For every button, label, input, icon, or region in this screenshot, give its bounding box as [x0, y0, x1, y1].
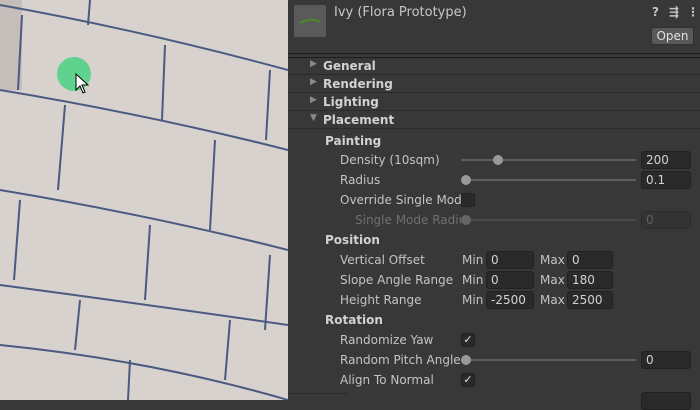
- single-mode-radius-slider[interactable]: [461, 219, 636, 221]
- single-mode-radius-thumb[interactable]: [461, 215, 471, 225]
- rotation-header: Rotation: [325, 313, 383, 327]
- density-label: Density (10sqm): [340, 153, 440, 167]
- slope-angle-label: Slope Angle Range: [340, 273, 454, 287]
- scene-viewport[interactable]: [0, 0, 288, 400]
- position-header: Position: [325, 233, 380, 247]
- align-to-normal-label: Align To Normal: [340, 373, 434, 387]
- max-label: Max: [540, 273, 565, 287]
- slope-angle-min-field[interactable]: 0: [486, 271, 534, 289]
- expand-arrow-icon: ▶: [310, 77, 317, 87]
- density-slider-thumb[interactable]: [493, 155, 503, 165]
- density-field[interactable]: 200: [641, 151, 691, 169]
- foldout-rendering[interactable]: ▶ Rendering: [288, 75, 700, 93]
- single-mode-radius-field[interactable]: 0: [641, 211, 691, 229]
- radius-field[interactable]: 0.1: [641, 171, 691, 189]
- randomize-yaw-label: Randomize Yaw: [340, 333, 434, 347]
- max-label: Max: [540, 293, 565, 307]
- asset-thumbnail: [294, 5, 326, 37]
- help-icon[interactable]: ?: [652, 5, 659, 19]
- expand-arrow-icon: ▶: [310, 59, 317, 69]
- brush-indicator: [57, 57, 91, 91]
- max-label: Max: [540, 253, 565, 267]
- asset-title: Ivy (Flora Prototype): [334, 5, 467, 20]
- align-to-normal-checkbox[interactable]: ✓: [461, 373, 475, 387]
- slope-angle-max-field[interactable]: 180: [567, 271, 613, 289]
- vertical-offset-min-field[interactable]: 0: [486, 251, 534, 269]
- vertical-offset-label: Vertical Offset: [340, 253, 425, 267]
- preset-icon[interactable]: ⇶: [669, 5, 679, 19]
- height-range-min-field[interactable]: -2500: [486, 291, 534, 309]
- height-range-label: Height Range: [340, 293, 422, 307]
- random-pitch-label: Random Pitch Angle: [340, 353, 461, 367]
- density-slider[interactable]: [461, 159, 636, 161]
- brick-wall: [0, 0, 288, 400]
- min-label: Min: [462, 253, 484, 267]
- open-button[interactable]: Open: [651, 27, 694, 45]
- expand-arrow-icon: ▶: [310, 95, 317, 105]
- foldout-lighting[interactable]: ▶ Lighting: [288, 93, 700, 111]
- single-mode-radius-label: Single Mode Radius: [355, 213, 461, 227]
- override-single-mode-label: Override Single Mode: [340, 193, 461, 207]
- min-label: Min: [462, 293, 484, 307]
- foldout-general[interactable]: ▶ General: [288, 57, 700, 75]
- radius-slider[interactable]: [461, 179, 636, 181]
- next-field[interactable]: [641, 392, 691, 410]
- foldout-placement[interactable]: ▼ Placement: [288, 111, 700, 129]
- random-pitch-slider[interactable]: [461, 359, 636, 361]
- vertical-offset-max-field[interactable]: 0: [567, 251, 613, 269]
- radius-slider-thumb[interactable]: [461, 175, 471, 185]
- inspector-panel: Ivy (Flora Prototype) ? ⇶ ⋮ Open ▶ Genera…: [288, 0, 700, 410]
- collapse-arrow-icon: ▼: [310, 113, 317, 123]
- randomize-yaw-checkbox[interactable]: ✓: [461, 333, 475, 347]
- min-label: Min: [462, 273, 484, 287]
- random-pitch-thumb[interactable]: [461, 355, 471, 365]
- random-pitch-field[interactable]: 0: [641, 351, 691, 369]
- more-icon[interactable]: ⋮: [687, 5, 699, 19]
- height-range-max-field[interactable]: 2500: [567, 291, 613, 309]
- radius-label: Radius: [340, 173, 381, 187]
- painting-header: Painting: [325, 134, 382, 148]
- override-single-mode-checkbox[interactable]: [461, 193, 475, 207]
